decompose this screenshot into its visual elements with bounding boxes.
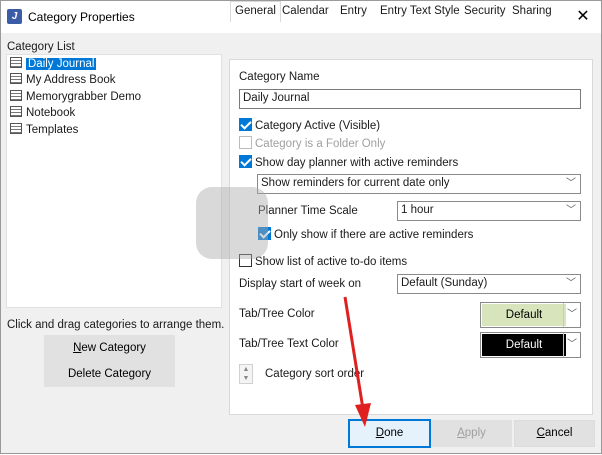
day-planner-checkbox[interactable]: Show day planner with active reminders	[239, 155, 458, 169]
apply-button[interactable]: Apply	[431, 420, 512, 447]
planner-time-scale-label: Planner Time Scale	[258, 205, 358, 217]
reminders-select[interactable]: Show reminders for current date only ﹀	[257, 174, 581, 194]
new-category-button[interactable]: New Category	[44, 335, 175, 361]
cancel-button[interactable]: Cancel	[514, 420, 595, 447]
category-list-label: Category List	[7, 41, 75, 53]
checkbox-checked-icon	[239, 118, 252, 131]
tab-color-select[interactable]: Default ﹀	[480, 302, 581, 328]
tab-security[interactable]: Security	[460, 3, 510, 21]
category-item-memorygrabber-demo[interactable]: Memorygrabber Demo	[10, 89, 141, 105]
notebook-icon	[10, 90, 22, 101]
app-icon: J	[7, 9, 22, 24]
checkbox-unchecked-icon	[239, 136, 252, 149]
tab-color-label: Tab/Tree Color	[239, 308, 315, 320]
notebook-icon	[10, 106, 22, 117]
category-properties-dialog: J Category Properties ✕ Category List Da…	[0, 0, 602, 454]
category-item-notebook[interactable]: Notebook	[10, 105, 75, 121]
tab-text-color-swatch: Default	[482, 334, 566, 356]
category-item-daily-journal[interactable]: Daily Journal	[10, 56, 97, 72]
todo-items-checkbox[interactable]: Show list of active to-do items	[239, 254, 407, 268]
category-item-my-address-book[interactable]: My Address Book	[10, 72, 115, 88]
category-active-checkbox[interactable]: Category Active (Visible)	[239, 118, 380, 132]
chevron-down-icon: ﹀	[566, 178, 576, 189]
category-item-templates[interactable]: Templates	[10, 122, 78, 138]
notebook-icon	[10, 57, 22, 68]
close-icon[interactable]: ✕	[573, 7, 593, 27]
tab-text-color-select[interactable]: Default ﹀	[480, 332, 581, 358]
delete-category-button[interactable]: Delete Category	[44, 361, 175, 387]
notebook-icon	[10, 73, 22, 84]
tab-color-swatch: Default	[482, 304, 566, 326]
tab-sharing[interactable]: Sharing	[508, 3, 556, 21]
watermark-shield-icon	[196, 187, 268, 259]
sort-order-spinner[interactable]: ▲ ▼	[239, 364, 253, 384]
only-active-reminders-checkbox[interactable]: Only show if there are active reminders	[258, 227, 473, 241]
tab-general[interactable]: General	[230, 1, 281, 22]
chevron-down-icon: ﹀	[566, 205, 576, 216]
folder-only-checkbox[interactable]: Category is a Folder Only	[239, 136, 385, 150]
tab-entry[interactable]: Entry	[336, 3, 371, 21]
done-button[interactable]: Done	[348, 419, 431, 448]
planner-time-scale-select[interactable]: 1 hour ﹀	[397, 201, 581, 221]
category-sort-order-label: Category sort order	[265, 368, 365, 380]
tab-entry-text-style[interactable]: Entry Text Style	[376, 3, 464, 21]
chevron-down-icon: ﹀	[563, 333, 580, 357]
week-start-select[interactable]: Default (Sunday) ﹀	[397, 274, 581, 294]
chevron-down-icon: ﹀	[563, 303, 580, 327]
tab-calendar[interactable]: Calendar	[278, 3, 333, 21]
arrow-up-icon: ▲	[242, 366, 250, 373]
category-list[interactable]: Daily Journal My Address Book Memorygrab…	[6, 54, 222, 308]
week-start-label: Display start of week on	[239, 278, 362, 290]
arrow-down-icon: ▼	[242, 375, 250, 382]
drag-hint: Click and drag categories to arrange the…	[7, 319, 225, 331]
checkbox-checked-icon	[239, 155, 252, 168]
tab-text-color-label: Tab/Tree Text Color	[239, 338, 339, 350]
notebook-icon	[10, 123, 22, 134]
category-name-input[interactable]: Daily Journal	[239, 89, 581, 109]
window-title: Category Properties	[28, 10, 135, 24]
chevron-down-icon: ﹀	[566, 278, 576, 289]
category-name-label: Category Name	[239, 71, 320, 83]
